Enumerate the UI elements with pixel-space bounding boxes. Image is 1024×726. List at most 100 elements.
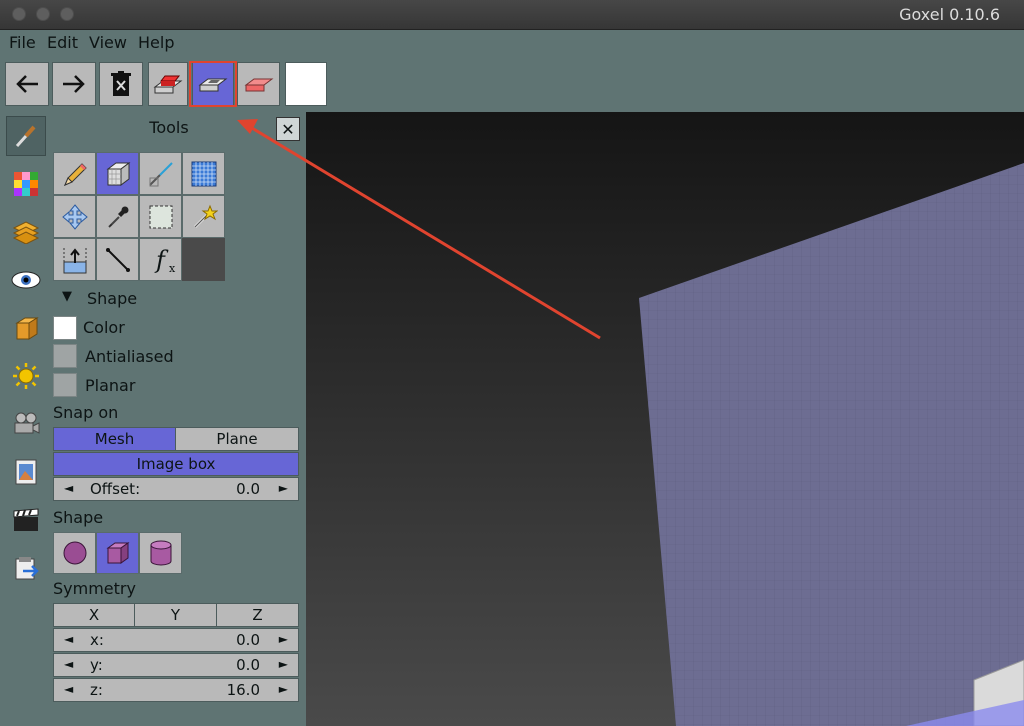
symmetry-z-button[interactable]: Z xyxy=(216,603,299,627)
color-swatch[interactable] xyxy=(285,62,327,106)
arrow-right-icon xyxy=(63,75,85,93)
increment-arrow[interactable]: ► xyxy=(279,481,288,495)
layers-icon xyxy=(12,221,40,244)
tool-brush-cube[interactable] xyxy=(96,152,139,195)
symmetry-x-button[interactable]: X xyxy=(53,603,135,627)
tool-line[interactable] xyxy=(96,238,139,281)
symmetry-y-field[interactable]: ◄ y: 0.0 ► xyxy=(53,653,299,677)
menu-view[interactable]: View xyxy=(89,33,127,52)
shape-section-header[interactable]: Shape xyxy=(87,289,137,308)
image-tab[interactable] xyxy=(6,452,46,492)
planar-checkbox[interactable] xyxy=(53,373,77,397)
add-mode-button[interactable] xyxy=(148,62,188,106)
grid-icon xyxy=(191,161,216,186)
sphere-icon xyxy=(63,541,86,565)
tool-color-picker[interactable] xyxy=(96,195,139,238)
sun-icon xyxy=(13,363,39,389)
close-icon: ✕ xyxy=(281,119,295,139)
layers-tab[interactable] xyxy=(6,212,46,252)
line-icon xyxy=(105,247,130,272)
app-title: Goxel 0.10.6 xyxy=(899,5,1000,24)
arrow-left-icon xyxy=(16,75,38,93)
palette-tab[interactable] xyxy=(6,164,46,204)
symmetry-z-field[interactable]: ◄ z: 16.0 ► xyxy=(53,678,299,702)
paint-mode-icon xyxy=(244,78,273,92)
menu-file[interactable]: File xyxy=(9,33,36,52)
tool-selection[interactable] xyxy=(139,195,182,238)
tool-grid[interactable] xyxy=(182,152,225,195)
annotation-highlight-box xyxy=(189,61,237,107)
view-tab[interactable] xyxy=(6,260,46,300)
tool-pencil[interactable] xyxy=(53,152,96,195)
paint-mode-button[interactable] xyxy=(237,62,280,106)
tool-procedural[interactable]: fx xyxy=(139,238,182,281)
snap-on-label: Snap on xyxy=(53,403,119,422)
z-label: z: xyxy=(90,681,103,699)
magic-wand-icon xyxy=(193,204,218,228)
offset-value: 0.0 xyxy=(236,480,260,498)
redo-button[interactable] xyxy=(52,62,96,106)
tool-magic-wand[interactable] xyxy=(182,195,225,238)
material-tab[interactable] xyxy=(6,308,46,348)
tool-move[interactable] xyxy=(53,195,96,238)
export-tab[interactable] xyxy=(6,548,46,588)
decrement-arrow[interactable]: ◄ xyxy=(64,657,73,671)
shape-sphere-button[interactable] xyxy=(53,532,96,574)
snap-image-box-button[interactable]: Image box xyxy=(53,452,299,476)
3d-viewport[interactable] xyxy=(306,112,1024,726)
close-window-button[interactable] xyxy=(12,7,26,21)
zoom-window-button[interactable] xyxy=(60,7,74,21)
shape-cylinder-button[interactable] xyxy=(139,532,182,574)
eye-icon xyxy=(11,271,41,289)
antialiased-checkbox[interactable] xyxy=(53,344,77,368)
decrement-arrow[interactable]: ◄ xyxy=(64,682,73,696)
minimize-window-button[interactable] xyxy=(36,7,50,21)
color-label: Color xyxy=(83,318,125,337)
render-tab[interactable] xyxy=(6,500,46,540)
z-value: 16.0 xyxy=(226,681,260,699)
collapse-arrow[interactable]: ▼ xyxy=(62,289,72,304)
shape-cube-button[interactable] xyxy=(96,532,139,574)
pencil-icon xyxy=(63,162,87,186)
camera-tab[interactable] xyxy=(6,404,46,444)
symmetry-y-button[interactable]: Y xyxy=(134,603,217,627)
camera-icon xyxy=(14,412,40,434)
palette-icon xyxy=(14,172,38,196)
y-label: y: xyxy=(90,656,103,674)
increment-arrow[interactable]: ► xyxy=(279,657,288,671)
menu-help[interactable]: Help xyxy=(138,33,174,52)
snap-mesh-button[interactable]: Mesh xyxy=(53,427,176,451)
extrude-icon xyxy=(63,247,86,273)
move-icon xyxy=(61,203,88,230)
close-panel-button[interactable]: ✕ xyxy=(276,117,300,141)
increment-arrow[interactable]: ► xyxy=(279,682,288,696)
decrement-arrow[interactable]: ◄ xyxy=(64,481,73,495)
snap-plane-button[interactable]: Plane xyxy=(175,427,299,451)
cylinder-icon xyxy=(150,540,171,566)
tool-plane[interactable] xyxy=(139,152,182,195)
y-value: 0.0 xyxy=(236,656,260,674)
undo-button[interactable] xyxy=(5,62,49,106)
grid-overlay xyxy=(639,163,1024,726)
panel-title: Tools xyxy=(149,118,189,137)
light-tab[interactable] xyxy=(6,356,46,396)
symmetry-x-field[interactable]: ◄ x: 0.0 ► xyxy=(53,628,299,652)
add-mode-icon xyxy=(153,75,183,94)
voxel-scene xyxy=(639,163,1024,726)
tools-tab[interactable] xyxy=(6,116,46,156)
symmetry-label: Symmetry xyxy=(53,579,136,598)
trash-icon xyxy=(111,71,131,96)
shape-label: Shape xyxy=(53,508,104,527)
delete-button[interactable] xyxy=(99,62,143,106)
decrement-arrow[interactable]: ◄ xyxy=(64,632,73,646)
x-label: x: xyxy=(90,631,104,649)
offset-field[interactable]: ◄ Offset: 0.0 ► xyxy=(53,477,299,501)
offset-label: Offset: xyxy=(90,480,141,498)
menu-edit[interactable]: Edit xyxy=(47,33,78,52)
color-checkbox[interactable] xyxy=(53,316,77,340)
increment-arrow[interactable]: ► xyxy=(279,632,288,646)
tool-extrude[interactable] xyxy=(53,238,96,281)
antialiased-label: Antialiased xyxy=(85,347,174,366)
brush-icon xyxy=(15,125,36,148)
cube-shape-icon xyxy=(105,542,130,564)
